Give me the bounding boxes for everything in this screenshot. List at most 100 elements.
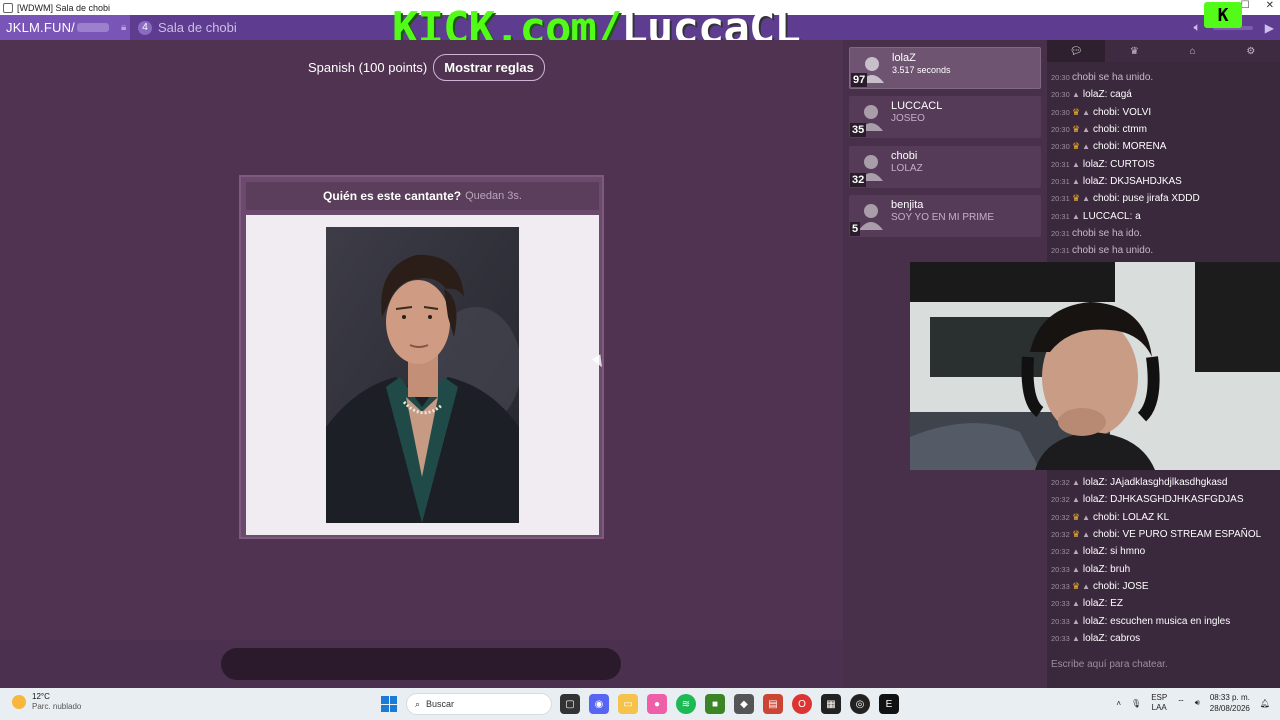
show-rules-button[interactable]: Mostrar reglas [433,54,545,81]
game-area: Spanish (100 points) Mostrar reglas Quié… [0,40,843,640]
spotify-icon[interactable]: ≋ [676,694,696,714]
tab-settings[interactable]: ⚙ [1222,40,1280,62]
epic-games-icon[interactable]: E [879,694,899,714]
user-icon: ▲ [1072,211,1080,221]
tab-room[interactable]: ⌂ [1164,40,1222,62]
chat-messages-bottom: 20:32 ▲ lolaZ: JAjadklasghdjlkasdhgkasd 20:… [1047,474,1280,647]
file-explorer-icon[interactable]: ▭ [618,694,638,714]
chat-username[interactable]: lolaZ [1083,616,1105,627]
player-last-answer: JOSEO [891,113,925,124]
obs-icon[interactable]: ◎ [850,694,870,714]
chevron-up-icon[interactable]: ˄ [1116,699,1121,708]
chat-text: EZ [1110,598,1123,610]
chat-message: 20:30 ♛ ▲ chobi: VOLVI [1047,104,1280,121]
start-button[interactable] [381,696,397,712]
minecraft-icon[interactable]: ■ [705,694,725,714]
chat-timestamp: 20:31 [1051,159,1070,169]
chat-username[interactable]: chobi [1093,107,1117,118]
chat-message: 20:33 ▲ lolaZ: cabros [1047,630,1280,647]
chat-message: 20:32 ♛ ▲ chobi: LOLAZ KL [1047,509,1280,526]
trophy-icon: ♛ [1129,45,1139,57]
clock-time: 08:33 p. m. [1209,693,1250,702]
notification-icon[interactable]: 🔔︎ [1260,699,1270,708]
chat-text: MORENA [1122,141,1167,153]
chat-username[interactable]: lolaZ [1083,477,1105,488]
app-icon[interactable]: ▤ [763,694,783,714]
chat-username[interactable]: lolaZ [1083,89,1105,100]
chat-timestamp: 20:30 [1051,73,1070,83]
weather-widget[interactable]: 12°C Parc. nublado [12,692,81,712]
chat-username[interactable]: chobi [1093,193,1117,204]
chat-message: 20:33 ▲ lolaZ: EZ [1047,595,1280,612]
chat-username[interactable]: chobi [1093,581,1117,592]
room-code-hidden [76,23,109,32]
chat-text: DJHKASGHDJHKASFGDJAS [1110,494,1244,506]
app-icon[interactable]: ◆ [734,694,754,714]
tab-chat[interactable]: 💬︎ [1047,40,1106,62]
opera-icon[interactable]: O [792,694,812,714]
room-player-count: 4 [138,20,152,35]
next-icon[interactable]: ▶ [1265,21,1274,35]
user-icon: ▲ [1072,564,1080,574]
clock-date: 28/08/2026 [1209,704,1250,713]
chat-message: 20:32 ▲ lolaZ: JAjadklasghdjlkasdhgkasd [1047,474,1280,491]
answer-input[interactable] [221,648,621,680]
network-icon[interactable]: ⌔ [1177,698,1185,708]
chat-text: escuchen musica en ingles [1110,615,1231,627]
user-icon: ▲ [1072,90,1080,100]
singer-photo [326,227,519,523]
chat-username[interactable]: lolaZ [1083,176,1105,187]
player-card: 35 LUCCACL JOSEO [849,96,1041,138]
chat-timestamp: 20:30 [1051,90,1070,100]
chat-message: 20:30 ♛ ▲ chobi: ctmm [1047,121,1280,138]
chat-message: 20:32 ♛ ▲ chobi: VE PURO STREAM ESPAÑOL [1047,526,1280,543]
chat-username[interactable]: lolaZ [1083,633,1105,644]
chat-timestamp: 20:31 [1051,176,1070,186]
user-icon: ▲ [1082,530,1090,540]
chat-text: si hmno [1110,546,1146,558]
app-icon[interactable]: ▦ [821,694,841,714]
chat-timestamp: 20:33 [1051,599,1070,609]
chat-tabs: 💬︎ ♛ ⌂ ⚙ [1047,40,1280,62]
clock[interactable]: 08:33 p. m. 28/08/2026 [1210,692,1250,714]
discord-icon[interactable]: ◉ [589,694,609,714]
chat-message: 20:31 chobi se ha ido. [1047,225,1280,242]
osu-icon[interactable]: ● [647,694,667,714]
volume-icon[interactable]: 🔈︎ [1194,20,1201,35]
chat-timestamp: 20:31 [1051,211,1070,221]
chat-timestamp: 20:30 [1051,125,1070,135]
temperature: 12°C [32,692,50,701]
user-icon: ▲ [1072,616,1080,626]
chat-timestamp: 20:33 [1051,616,1070,626]
chat-username[interactable]: chobi [1093,529,1117,540]
chat-username[interactable]: lolaZ [1083,564,1105,575]
chat-username[interactable]: lolaZ [1083,546,1105,557]
language-indicator[interactable]: ESP LAA [1151,693,1167,713]
speaker-icon[interactable]: 🔊︎ [1195,698,1200,708]
taskbar-search[interactable]: ⌕ Buscar [406,693,552,715]
question-text: Quién es este cantante? [323,189,462,203]
chat-username[interactable]: lolaZ [1083,598,1105,609]
site-home-link[interactable]: JKLM.FUN/ 🔒︎ [0,15,130,40]
app-icon [3,2,13,13]
chat-username[interactable]: lolaZ [1083,159,1105,170]
chat-username[interactable]: lolaZ [1083,494,1105,505]
chat-text: ctmm [1122,124,1147,136]
close-icon[interactable]: ✕ [1266,0,1274,11]
chat-icon: 💬︎ [1069,45,1083,57]
crown-icon: ♛ [1072,580,1081,591]
tab-leaderboard[interactable]: ♛ [1105,40,1163,62]
chat-message: 20:30 ▲ lolaZ: cagá [1047,86,1280,103]
crown-icon: ♛ [1072,529,1081,540]
chat-text: puse jirafa XDDD [1122,193,1200,205]
chat-username[interactable]: chobi [1093,512,1117,523]
chat-input[interactable]: Escribe aquí para chatear. [1047,652,1280,676]
chat-username[interactable]: chobi [1093,124,1117,135]
player-score: 97 [851,73,868,87]
microphone-icon[interactable]: 🎙︎ [1131,699,1141,708]
player-name: lolaZ [892,52,916,64]
chat-username[interactable]: chobi [1093,141,1117,152]
task-view-icon[interactable]: ▢ [560,694,580,714]
chat-username[interactable]: LUCCACL [1083,211,1130,222]
question-image-frame [246,215,599,535]
